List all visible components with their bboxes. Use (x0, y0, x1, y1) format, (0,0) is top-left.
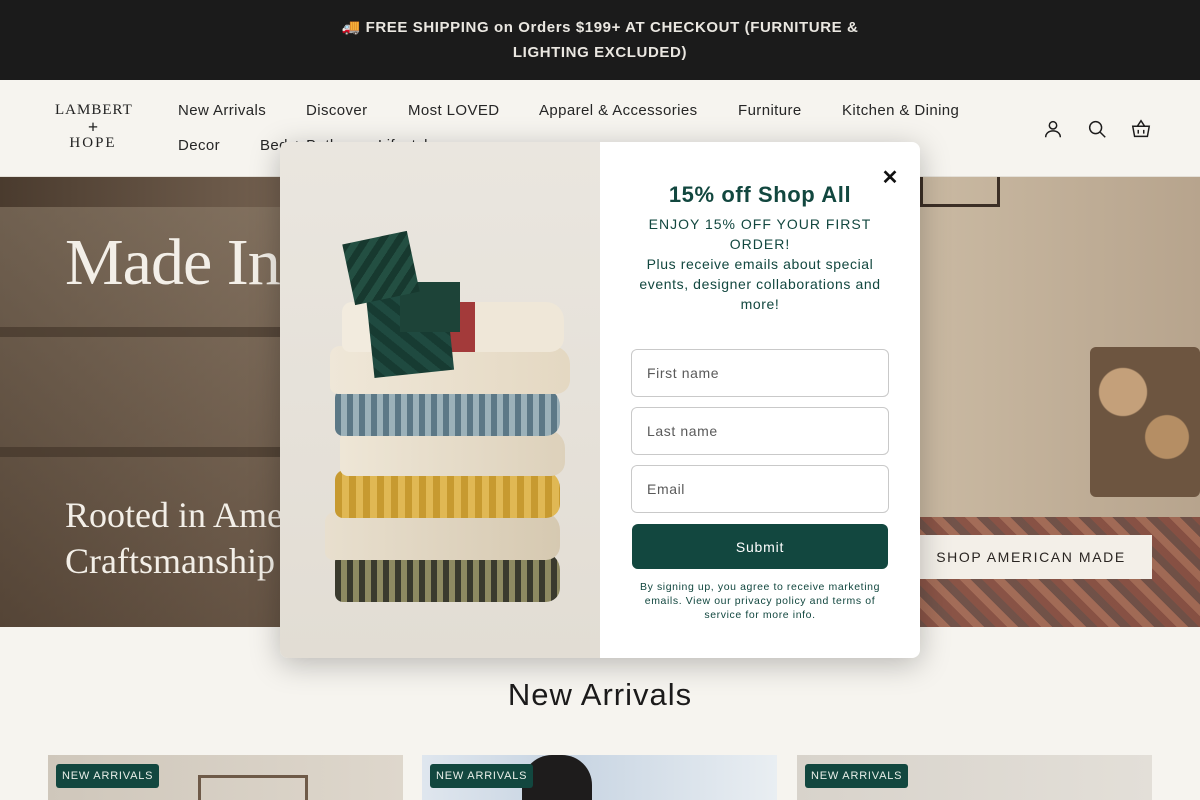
signup-popup: ✕ 15% off Shop All ENJOY 15% OFF YOUR FI… (280, 142, 920, 658)
popup-blankets-image (280, 142, 600, 658)
new-arrivals-badge: NEW ARRIVALS (430, 764, 534, 788)
cart-icon[interactable] (1130, 118, 1152, 140)
brand-logo-line2: HOPE (69, 135, 117, 151)
hero-shelf-board (0, 327, 290, 337)
product-card[interactable]: NEW ARRIVALS (48, 755, 403, 800)
first-name-field[interactable] (631, 349, 889, 397)
product-image (198, 775, 308, 800)
nav-item-discover[interactable]: Discover (306, 102, 368, 119)
email-field[interactable] (631, 465, 889, 513)
popup-legal-text: By signing up, you agree to receive mark… (639, 581, 881, 621)
nav-item-furniture[interactable]: Furniture (738, 102, 802, 119)
nav-item-new-arrivals[interactable]: New Arrivals (178, 102, 266, 119)
nav-item-most-loved[interactable]: Most LOVED (408, 102, 500, 119)
announcement-text: 🚚 FREE SHIPPING on Orders $199+ AT CHECK… (341, 19, 859, 61)
account-icon[interactable] (1042, 118, 1064, 140)
blanket-layer (335, 388, 560, 436)
hero-shelf-board (0, 447, 290, 457)
popup-description: Plus receive emails about special events… (639, 256, 881, 312)
product-card[interactable]: NEW ARRIVALS (797, 755, 1152, 800)
nav-item-apparel-accessories[interactable]: Apparel & Accessories (539, 102, 697, 119)
product-card[interactable]: NEW ARRIVALS (422, 755, 777, 800)
header-icons (1042, 118, 1152, 140)
hero-firewood-image (1090, 347, 1200, 497)
brand-logo[interactable]: LAMBERT + HOPE (55, 102, 132, 154)
blanket-layer (340, 430, 565, 476)
nav-item-decor[interactable]: Decor (178, 137, 220, 154)
new-arrivals-badge: NEW ARRIVALS (56, 764, 160, 788)
hero-title: Made In (65, 226, 281, 299)
nav-item-kitchen-dining[interactable]: Kitchen & Dining (842, 102, 959, 119)
blanket-layer (325, 512, 560, 560)
section-title: New Arrivals (507, 677, 693, 712)
hero-wall-frame (920, 177, 1000, 207)
submit-button[interactable]: Submit (632, 524, 888, 569)
search-icon[interactable] (1086, 118, 1108, 140)
new-arrivals-badge: NEW ARRIVALS (805, 764, 909, 788)
popup-offer-text: ENJOY 15% OFF YOUR FIRST ORDER! (648, 216, 872, 252)
announcement-bar: 🚚 FREE SHIPPING on Orders $199+ AT CHECK… (0, 0, 1200, 80)
popup-title: 15% off Shop All (668, 182, 852, 207)
brand-logo-plus: + (87, 117, 99, 137)
shop-american-made-button[interactable]: SHOP AMERICAN MADE (910, 535, 1152, 579)
last-name-field[interactable] (631, 407, 889, 455)
blanket-layer (335, 470, 560, 518)
